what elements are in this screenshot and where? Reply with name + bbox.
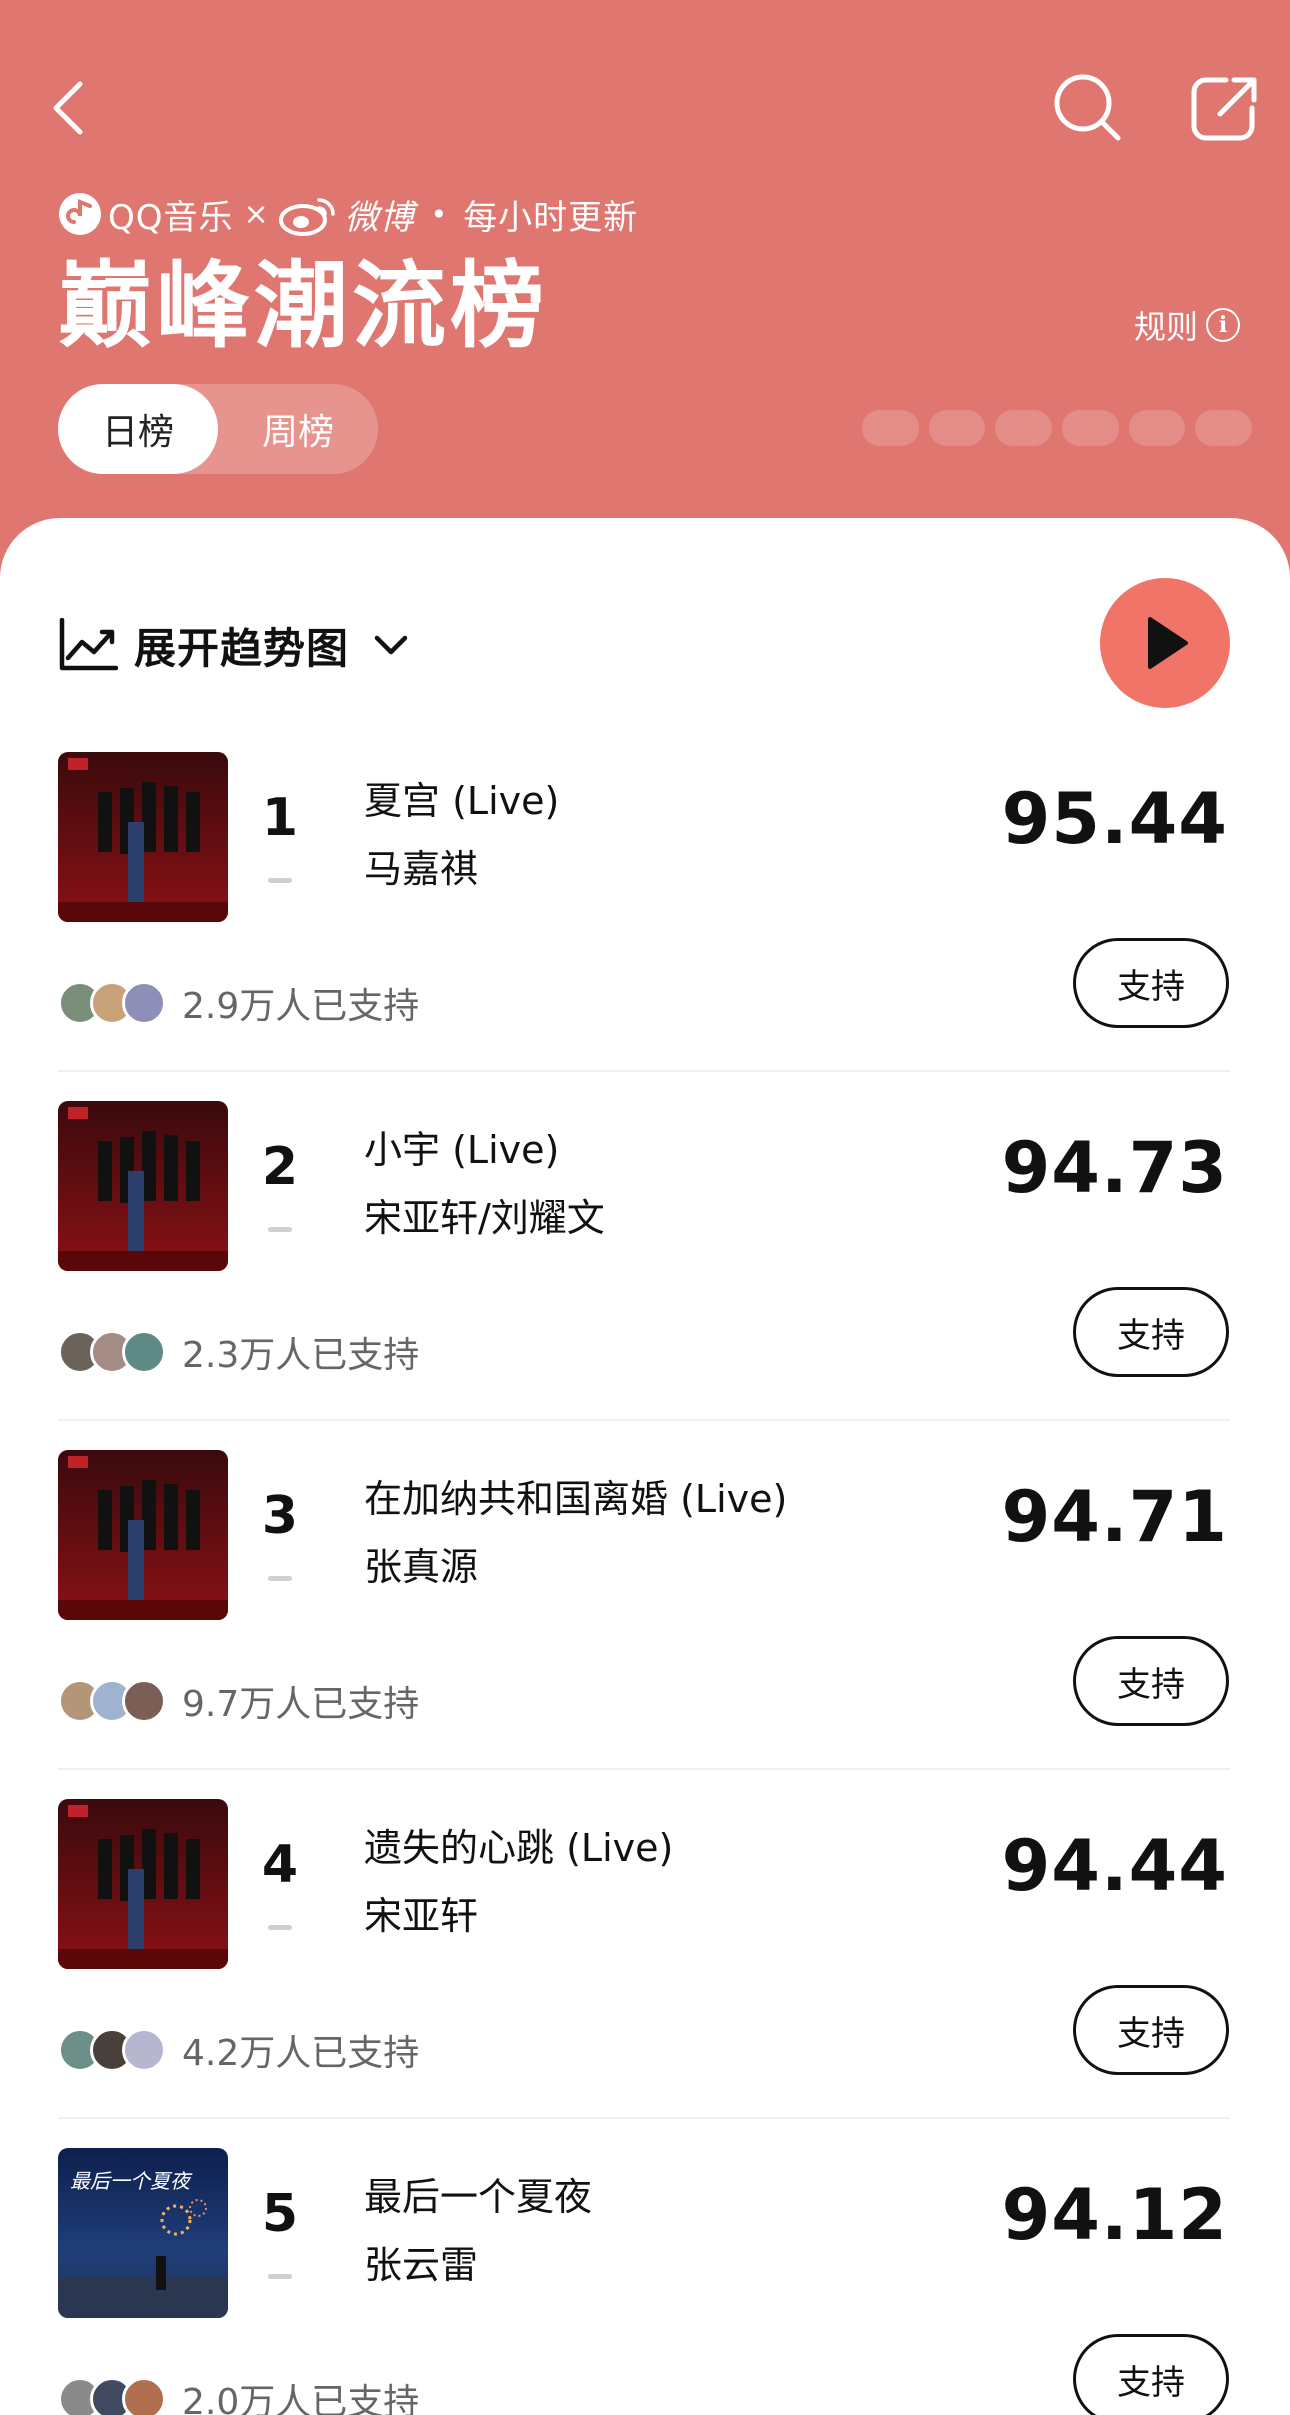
- play-icon: [1148, 617, 1188, 669]
- chart-item-4[interactable]: 4 遗失的心跳 (Live) 宋亚轩 94.44 4.2万人已支持 支持: [0, 1799, 1290, 2147]
- support-button[interactable]: 支持: [1073, 1287, 1229, 1377]
- avatar: [122, 2377, 166, 2415]
- avatar: [122, 1330, 166, 1374]
- rank-number: 3: [261, 1486, 299, 1546]
- rank-change-flat: [268, 1925, 292, 1930]
- album-cover[interactable]: 最后一个夏夜: [58, 2148, 228, 2318]
- avatar: [122, 981, 166, 1025]
- rank-change-flat: [268, 878, 292, 883]
- rules-link[interactable]: 规则 i: [1134, 302, 1241, 348]
- artist-name: 宋亚轩/刘耀文: [364, 1196, 605, 1240]
- share-icon[interactable]: [1190, 74, 1260, 144]
- score: 94.12: [1001, 2174, 1228, 2256]
- blurred-avatar-strip: [862, 410, 1253, 450]
- tab-weekly[interactable]: 周榜: [218, 384, 378, 474]
- play-all-button[interactable]: [1100, 578, 1230, 708]
- support-button[interactable]: 支持: [1073, 938, 1229, 1028]
- page-title: 巅峰潮流榜: [58, 252, 549, 361]
- avatar: [122, 2028, 166, 2072]
- divider: [58, 1768, 1230, 1770]
- back-icon[interactable]: [50, 78, 90, 138]
- supporters-count: 2.9万人已支持: [182, 986, 420, 1027]
- divider: [58, 2117, 1230, 2119]
- support-button[interactable]: 支持: [1073, 2334, 1229, 2415]
- song-title: 在加纳共和国离婚 (Live): [364, 1477, 788, 1521]
- brand-row: QQ音乐 × 微博 • 每小时更新: [58, 190, 638, 238]
- rank-change-flat: [268, 2274, 292, 2279]
- period-tabs: 日榜 周榜: [58, 384, 378, 474]
- update-frequency: 每小时更新: [463, 197, 639, 238]
- brand-weibo: 微博: [344, 197, 415, 238]
- avatar: [122, 1679, 166, 1723]
- supporters: 2.0万人已支持: [58, 2374, 419, 2415]
- album-cover-text: 最后一个夏夜: [70, 2169, 193, 2193]
- album-cover[interactable]: [58, 1450, 228, 1620]
- divider: [58, 1419, 1230, 1421]
- rank-change-flat: [268, 1227, 292, 1232]
- qq-music-logo-icon: [58, 192, 102, 236]
- score: 94.71: [1001, 1476, 1228, 1558]
- weibo-logo-icon: [278, 192, 337, 236]
- artist-name: 马嘉祺: [364, 847, 479, 891]
- rules-label: 规则: [1134, 308, 1199, 346]
- info-icon: i: [1206, 308, 1241, 342]
- supporters: 4.2万人已支持: [58, 2025, 419, 2075]
- chart-item-2[interactable]: 2 小宇 (Live) 宋亚轩/刘耀文 94.73 2.3万人已支持 支持: [0, 1101, 1290, 1449]
- album-cover[interactable]: [58, 1101, 228, 1271]
- support-button[interactable]: 支持: [1073, 1985, 1229, 2075]
- supporters: 2.9万人已支持: [58, 978, 419, 1028]
- score: 94.44: [1001, 1825, 1228, 1907]
- rank-number: 5: [261, 2184, 299, 2244]
- trend-chart-icon: [58, 617, 119, 672]
- chart-item-5[interactable]: 最后一个夏夜 5 最后一个夏夜 张云雷 94.12 2.0万人已支持 支持: [0, 2148, 1290, 2415]
- supporters-count: 2.0万人已支持: [182, 2382, 420, 2415]
- rank-number: 4: [261, 1835, 299, 1895]
- rank-number: 2: [261, 1137, 299, 1197]
- support-button[interactable]: 支持: [1073, 1636, 1229, 1726]
- artist-name: 宋亚轩: [364, 1894, 479, 1938]
- album-cover[interactable]: [58, 1799, 228, 1969]
- chart-item-1[interactable]: 1 夏宫 (Live) 马嘉祺 95.44 2.9万人已支持 支持: [0, 752, 1290, 1100]
- supporters-count: 9.7万人已支持: [182, 1684, 420, 1725]
- tab-daily[interactable]: 日榜: [58, 384, 218, 474]
- expand-trend-toggle[interactable]: 展开趋势图: [58, 610, 411, 680]
- supporters: 9.7万人已支持: [58, 1676, 419, 1726]
- rank-change-flat: [268, 1576, 292, 1581]
- brand-separator: •: [430, 197, 448, 231]
- supporters-count: 4.2万人已支持: [182, 2033, 420, 2074]
- search-icon[interactable]: [1052, 72, 1122, 144]
- brand-times: ×: [243, 196, 269, 232]
- trend-label: 展开趋势图: [134, 623, 350, 673]
- chart-item-3[interactable]: 3 在加纳共和国离婚 (Live) 张真源 94.71 9.7万人已支持 支持: [0, 1450, 1290, 1798]
- album-cover[interactable]: [58, 752, 228, 922]
- song-title: 遗失的心跳 (Live): [364, 1826, 674, 1870]
- divider: [58, 1070, 1230, 1072]
- rank-number: 1: [261, 788, 299, 848]
- score: 95.44: [1001, 778, 1228, 860]
- brand-qq-music: QQ音乐: [108, 197, 234, 238]
- song-title: 小宇 (Live): [364, 1128, 560, 1172]
- score: 94.73: [1001, 1127, 1228, 1209]
- chevron-down-icon: [371, 630, 411, 660]
- artist-name: 张真源: [364, 1545, 479, 1589]
- song-title: 最后一个夏夜: [364, 2175, 593, 2219]
- song-title: 夏宫 (Live): [364, 779, 560, 823]
- supporters: 2.3万人已支持: [58, 1327, 419, 1377]
- supporters-count: 2.3万人已支持: [182, 1335, 420, 1376]
- artist-name: 张云雷: [364, 2243, 479, 2287]
